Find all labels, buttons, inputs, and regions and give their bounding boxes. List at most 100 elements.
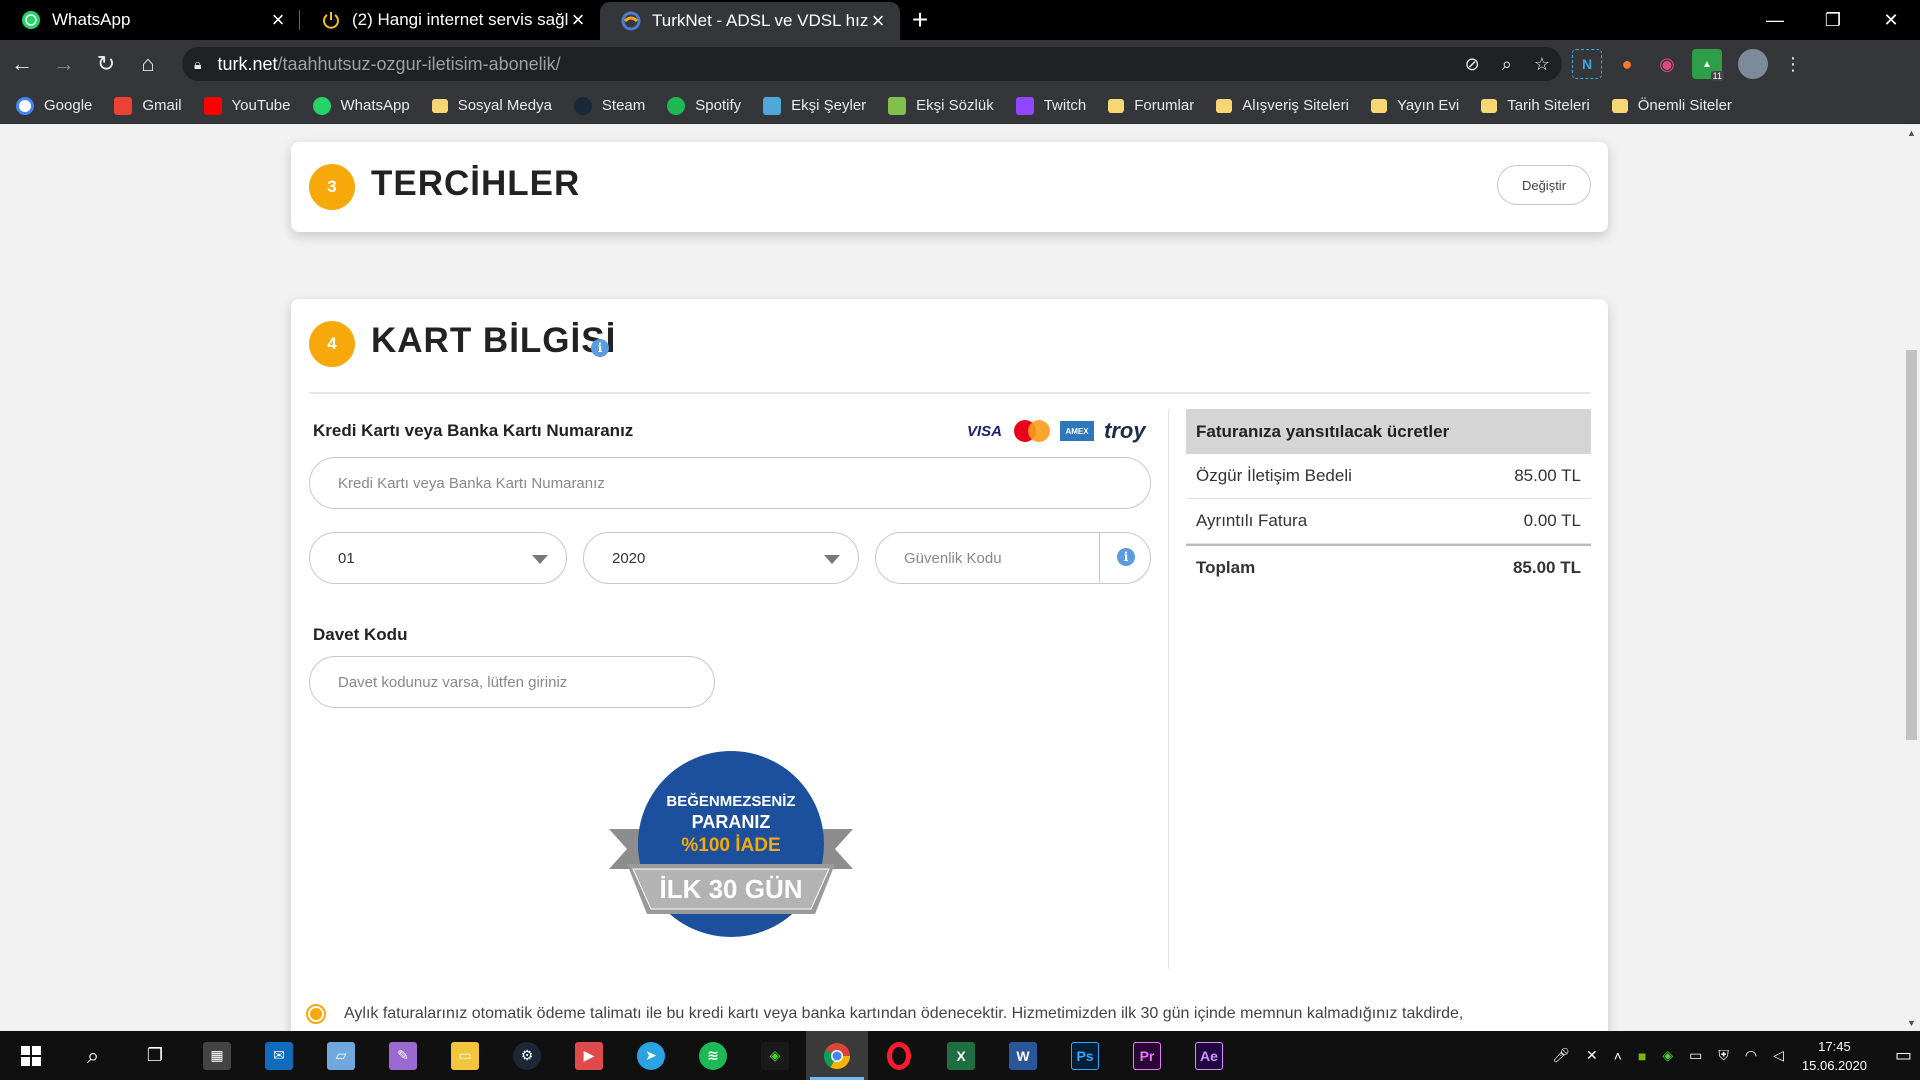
volume-icon[interactable]: ◁ <box>1773 1047 1784 1064</box>
bookmark-item[interactable]: WhatsApp <box>312 96 410 115</box>
extension-shield-icon[interactable]: ▲ 11 <box>1692 49 1724 81</box>
bookmark-label: Ekşi Sözlük <box>916 97 994 114</box>
extension-n-icon[interactable]: N <box>1572 49 1602 79</box>
address-bar[interactable]: 🔒︎ turk.net/taahhutsuz-ozgur-iletisim-ab… <box>182 47 1562 81</box>
mic-muted-icon[interactable]: ✕ <box>1586 1047 1598 1064</box>
forward-icon[interactable]: → <box>44 44 84 84</box>
extension-fire-icon[interactable]: ● <box>1612 49 1642 79</box>
steam-icon <box>573 96 592 115</box>
close-tab-icon[interactable]: × <box>268 7 288 33</box>
nvidia-icon[interactable]: ■ <box>1638 1048 1646 1064</box>
spotify-icon[interactable]: ≋ <box>682 1031 744 1080</box>
step-title: KART BİLGİSİ <box>371 321 617 360</box>
mail-icon[interactable]: ✉ <box>248 1031 310 1080</box>
photoshop-icon[interactable]: Ps <box>1054 1031 1116 1080</box>
file-explorer-icon[interactable]: ▭ <box>434 1031 496 1080</box>
reload-icon[interactable]: ↻ <box>86 44 126 84</box>
expiry-year-select[interactable]: 2020 <box>583 532 859 584</box>
bookmark-item[interactable]: Alışveriş Siteleri <box>1216 97 1349 114</box>
razer-icon[interactable]: ◈ <box>744 1031 806 1080</box>
page-scrollbar[interactable]: ▲ ▼ <box>1903 125 1920 1031</box>
close-tab-icon[interactable]: × <box>868 8 888 34</box>
bookmark-item[interactable]: Sosyal Medya <box>431 97 552 114</box>
bookmark-item[interactable]: Steam <box>573 96 645 115</box>
fee-summary: Faturanıza yansıtılacak ücretler Özgür İ… <box>1186 409 1591 589</box>
card-brand-logos: VISA AMEX troy <box>967 418 1146 444</box>
lock-icon[interactable]: 🔒︎ <box>194 56 201 73</box>
bookmark-label: YouTube <box>231 97 291 114</box>
start-button[interactable] <box>0 1031 62 1080</box>
tab-hangi-internet[interactable]: (2) Hangi internet servis sağlayıcı × <box>300 0 600 40</box>
excel-icon[interactable]: X <box>930 1031 992 1080</box>
wifi-icon[interactable]: ◠ <box>1745 1047 1757 1064</box>
expiry-month-select[interactable]: 01 <box>309 532 567 584</box>
home-icon[interactable]: ⌂ <box>128 44 168 84</box>
bookmark-label: Önemli Siteler <box>1637 97 1732 114</box>
url-text[interactable]: turk.net/taahhutsuz-ozgur-iletisim-abone… <box>217 54 1442 75</box>
bookmark-item[interactable]: Google <box>16 96 93 115</box>
scroll-up-icon[interactable]: ▲ <box>1907 128 1916 138</box>
razer-tray-icon[interactable]: ◈ <box>1662 1047 1673 1064</box>
zoom-icon[interactable]: ⌕ <box>1502 54 1512 75</box>
bookmark-item[interactable]: Önemli Siteler <box>1611 97 1732 114</box>
clock[interactable]: 17:45 15.06.2020 <box>1802 1037 1867 1075</box>
premiere-icon[interactable]: Pr <box>1116 1031 1178 1080</box>
bookmark-label: Google <box>44 97 93 114</box>
back-icon[interactable]: ← <box>2 44 42 84</box>
scrollbar-thumb[interactable] <box>1906 350 1917 740</box>
task-view-icon[interactable]: ❐ <box>124 1031 186 1080</box>
close-window-icon[interactable]: ✕ <box>1862 0 1920 40</box>
chrome-icon[interactable] <box>806 1031 868 1080</box>
extension-eye-icon[interactable]: ◉ <box>1652 49 1682 79</box>
cvv-input[interactable]: Güvenlik Kodu i <box>875 532 1151 584</box>
autopay-consent[interactable]: Aylık faturalarınız otomatik ödeme talim… <box>306 1004 1463 1024</box>
bookmark-item[interactable]: Tarih Siteleri <box>1481 97 1590 114</box>
bookmarks-bar: Google Gmail YouTube WhatsApp Sosyal Medya St… <box>0 88 1920 124</box>
calculator-icon[interactable]: ▦ <box>186 1031 248 1080</box>
defender-icon[interactable]: ⛨ <box>1718 1047 1729 1064</box>
bookmark-item[interactable]: Yayın Evi <box>1370 97 1459 114</box>
close-tab-icon[interactable]: × <box>568 7 588 33</box>
consent-radio[interactable] <box>306 1004 326 1024</box>
word-icon[interactable]: W <box>992 1031 1054 1080</box>
profile-avatar[interactable] <box>1738 49 1768 79</box>
bookmark-star-icon[interactable]: ☆ <box>1534 54 1550 75</box>
minimize-icon[interactable]: — <box>1746 0 1804 40</box>
card-number-input[interactable]: Kredi Kartı veya Banka Kartı Numaranız <box>309 457 1151 509</box>
tab-turknet[interactable]: TurkNet - ADSL ve VDSL hızında × <box>600 2 900 40</box>
bookmark-item[interactable]: Spotify <box>667 96 741 115</box>
paint-icon[interactable]: ✎ <box>372 1031 434 1080</box>
bookmark-item[interactable]: Ekşi Sözlük <box>888 96 994 115</box>
power-icon <box>320 9 342 31</box>
bookmark-label: Twitch <box>1043 97 1087 114</box>
mastercard-logo <box>1014 420 1051 442</box>
column-divider <box>1168 409 1169 969</box>
bookmark-item[interactable]: Twitch <box>1015 96 1087 115</box>
summary-row: Özgür İletişim Bedeli 85.00 TL <box>1186 454 1591 499</box>
cvv-info-icon[interactable]: i <box>1117 548 1135 566</box>
bookmark-item[interactable]: YouTube <box>203 96 291 115</box>
new-tab-button[interactable]: + <box>900 0 940 40</box>
translate-blocked-icon[interactable]: ⊘ <box>1465 54 1480 75</box>
bookmark-item[interactable]: Ekşi Şeyler <box>763 96 866 115</box>
bookmark-item[interactable]: Gmail <box>114 96 182 115</box>
search-icon[interactable]: ⌕ <box>62 1031 124 1080</box>
info-icon[interactable]: i <box>591 339 609 357</box>
tab-whatsapp[interactable]: WhatsApp × <box>0 0 300 40</box>
notifications-icon[interactable]: ▭ <box>1895 1045 1912 1066</box>
chevron-up-icon[interactable]: ˄ <box>1614 1048 1622 1064</box>
after-effects-icon[interactable]: Ae <box>1178 1031 1240 1080</box>
invite-code-input[interactable]: Davet kodunuz varsa, lütfen giriniz <box>309 656 715 708</box>
scroll-down-icon[interactable]: ▼ <box>1907 1018 1916 1028</box>
microphone-icon[interactable]: 🎤︎ <box>1552 1047 1570 1064</box>
change-button[interactable]: Değiştir <box>1497 165 1591 205</box>
opera-icon[interactable] <box>868 1031 930 1080</box>
telegram-icon[interactable]: ➤ <box>620 1031 682 1080</box>
bookmark-item[interactable]: Forumlar <box>1108 97 1194 114</box>
restore-icon[interactable]: ❐ <box>1804 0 1862 40</box>
menu-kebab-icon[interactable]: ⋮ <box>1778 49 1808 79</box>
media-icon[interactable]: ▶ <box>558 1031 620 1080</box>
battery-icon[interactable]: ▭ <box>1689 1047 1702 1064</box>
steam-icon[interactable]: ⚙ <box>496 1031 558 1080</box>
notes-icon[interactable]: ▱ <box>310 1031 372 1080</box>
